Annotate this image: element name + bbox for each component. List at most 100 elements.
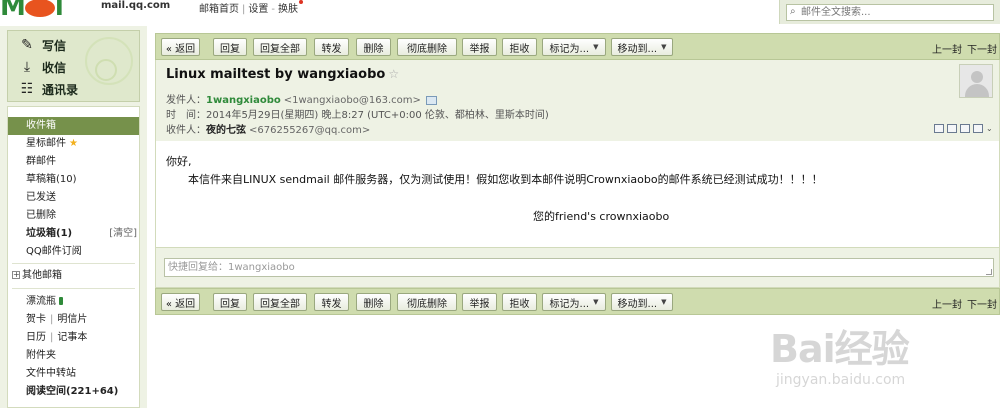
contact-card-icon[interactable]	[425, 95, 437, 105]
pencil-icon: ✎	[21, 37, 33, 53]
receive-button[interactable]: ⤓ 收信	[18, 57, 66, 77]
sender-name[interactable]: 1wangxiaobo	[206, 95, 281, 106]
new-dot-icon	[298, 0, 303, 4]
sidebar-item-spam[interactable]: 垃圾箱(1) [清空]	[8, 225, 139, 243]
chevron-down-icon[interactable]: ⌄	[986, 124, 994, 133]
prev-mail-link[interactable]: 上一封	[932, 300, 962, 311]
mail-nav: 上一封 下一封	[927, 296, 997, 311]
mark-as-label: 标记为...	[549, 298, 590, 310]
compose-button[interactable]: ✎ 写信	[18, 35, 66, 55]
copy-icon[interactable]	[947, 124, 957, 133]
print-icon[interactable]	[973, 124, 983, 133]
clear-spam-link[interactable]: [清空]	[109, 225, 137, 243]
baidu-jingyan-watermark: Bai经验 jingyan.baidu.com	[770, 318, 998, 408]
body-content: 本信件来自LINUX sendmail 邮件服务器，仅为测试使用！假如您收到本邮…	[188, 173, 823, 186]
time-label: 时 间：	[166, 110, 206, 121]
expand-plus-icon[interactable]: +	[12, 271, 20, 279]
back-button[interactable]: « 返回	[161, 38, 200, 56]
time-value: 2014年5月29日(星期四) 晚上8:27 (UTC+0:00 伦敦、都柏林、…	[206, 110, 549, 121]
mail-subject: Linux mailtest by wangxiaobo ☆	[166, 67, 399, 82]
from-row: 发件人：1wangxiaobo <1wangxiaobo@163.com>	[166, 91, 437, 106]
sidebar-item-calendar-notes: 日历 | 记事本	[26, 332, 88, 343]
mail-header: Linux mailtest by wangxiaobo ☆ 发件人：1wangx…	[155, 60, 1000, 141]
reply-button[interactable]: 回复	[213, 293, 247, 311]
sidebar-item-deleted[interactable]: 已删除	[8, 207, 139, 225]
report-button[interactable]: 举报	[462, 38, 497, 56]
sidebar-item-drafts[interactable]: 草稿箱(10)	[8, 171, 139, 189]
move-to-label: 移动到...	[617, 43, 658, 55]
move-to-dropdown[interactable]: 移动到... ▼	[611, 293, 673, 311]
quick-reply-area: 快捷回复给：1wangxiaobo	[155, 247, 1000, 288]
sidebar-item-postcard[interactable]: 明信片	[57, 314, 87, 325]
chevron-down-icon: ▼	[661, 298, 667, 306]
mail-body: 你好, 本信件来自LINUX sendmail 邮件服务器，仅为测试使用！假如您…	[155, 141, 1000, 247]
delete-permanent-button[interactable]: 彻底删除	[397, 38, 457, 56]
receive-label: 收信	[42, 60, 67, 75]
body-greeting: 你好,	[166, 155, 192, 168]
reject-button[interactable]: 拒收	[502, 38, 537, 56]
next-mail-link[interactable]: 下一封	[967, 300, 997, 311]
sidebar-item-drift-bottle[interactable]: 漂流瓶	[8, 293, 139, 311]
from-label: 发件人：	[166, 95, 206, 106]
reply-button[interactable]: 回复	[213, 38, 247, 56]
folder-list: 收件箱 星标邮件 ★ 群邮件 草稿箱(10) 已发送 已删除 垃圾箱(1) [清空]…	[7, 106, 140, 408]
chevron-down-icon: ▼	[661, 43, 667, 51]
star-icon: ★	[69, 138, 78, 149]
contacts-label: 通讯录	[42, 82, 79, 97]
link-mailbox-home[interactable]: 邮箱首页	[199, 4, 239, 15]
quick-reply-placeholder: 快捷回复给：1wangxiaobo	[168, 262, 295, 273]
sidebar-item-group-mail[interactable]: 群邮件	[8, 153, 139, 171]
delete-permanent-button[interactable]: 彻底删除	[397, 293, 457, 311]
mark-as-label: 标记为...	[549, 43, 590, 55]
download-icon[interactable]	[960, 124, 970, 133]
divider	[12, 288, 135, 289]
mark-as-dropdown[interactable]: 标记为... ▼	[542, 293, 606, 311]
sidebar-item-subscriptions[interactable]: QQ邮件订阅	[8, 243, 139, 261]
watermark-brand: Bai经验	[770, 327, 910, 371]
forward-button[interactable]: 转发	[314, 293, 349, 311]
qq-mail-logo[interactable]: Ml	[0, 0, 64, 22]
decorative-flower-icon	[95, 59, 117, 81]
search-icon[interactable]: ⌕	[790, 6, 796, 17]
sidebar-item-label: 星标邮件	[26, 138, 66, 149]
search-input[interactable]	[801, 5, 991, 20]
sidebar-item-inbox[interactable]: 收件箱	[8, 117, 139, 135]
reject-button[interactable]: 拒收	[502, 293, 537, 311]
sidebar-item-reading-space[interactable]: 阅读空间(221+64)	[8, 383, 139, 401]
mark-as-dropdown[interactable]: 标记为... ▼	[542, 38, 606, 56]
move-to-label: 移动到...	[617, 298, 658, 310]
quick-reply-input[interactable]: 快捷回复给：1wangxiaobo	[164, 258, 994, 277]
search-box[interactable]: ⌕	[786, 4, 994, 21]
back-button[interactable]: « 返回	[161, 293, 200, 311]
sidebar-item-file-transfer[interactable]: 文件中转站	[8, 365, 139, 383]
sidebar-item-notes[interactable]: 记事本	[57, 332, 87, 343]
move-to-dropdown[interactable]: 移动到... ▼	[611, 38, 673, 56]
contacts-button[interactable]: ☷ 通讯录	[18, 79, 78, 99]
sidebar-item-card[interactable]: 贺卡	[26, 314, 46, 325]
sidebar-item-calendar[interactable]: 日历	[26, 332, 46, 343]
recipient-name[interactable]: 夜的七弦	[206, 125, 246, 136]
sidebar-item-attachments[interactable]: 附件夹	[8, 347, 139, 365]
sidebar-item-sent[interactable]: 已发送	[8, 189, 139, 207]
sender-address: <1wangxiaobo@163.com>	[283, 95, 421, 106]
prev-mail-link[interactable]: 上一封	[932, 45, 962, 56]
link-settings[interactable]: 设置	[248, 4, 268, 15]
reply-all-button[interactable]: 回复全部	[253, 38, 307, 56]
report-button[interactable]: 举报	[462, 293, 497, 311]
sidebar-item-cards: 贺卡 | 明信片	[26, 314, 88, 325]
forward-button[interactable]: 转发	[314, 38, 349, 56]
delete-button[interactable]: 删除	[356, 38, 391, 56]
sidebar-item-starred[interactable]: 星标邮件 ★	[8, 135, 139, 153]
reply-all-button[interactable]: 回复全部	[253, 293, 307, 311]
logo-url: mail.qq.com	[101, 0, 171, 11]
new-window-icon[interactable]	[934, 124, 944, 133]
link-change-skin[interactable]: 换肤	[278, 4, 298, 15]
star-outline-icon[interactable]: ☆	[388, 67, 399, 81]
sidebar-item-other-mailbox[interactable]: + 其他邮箱	[12, 267, 62, 285]
resize-grip-icon[interactable]	[986, 269, 992, 275]
delete-button[interactable]: 删除	[356, 293, 391, 311]
inbox-download-icon: ⤓	[23, 59, 31, 75]
next-mail-link[interactable]: 下一封	[967, 45, 997, 56]
sidebar-item-label: 垃圾箱(1)	[26, 228, 73, 239]
avatar[interactable]	[959, 64, 993, 98]
